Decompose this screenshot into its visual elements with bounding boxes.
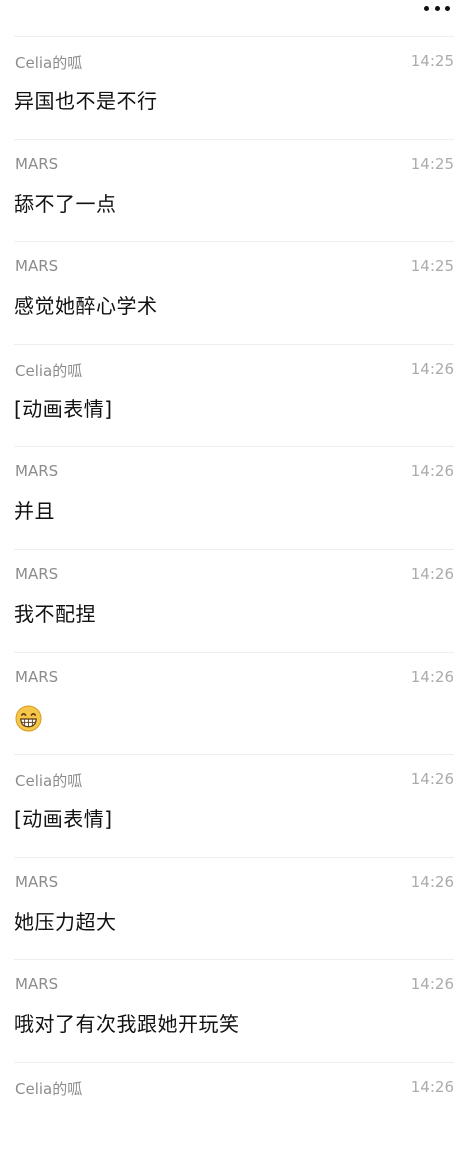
dot	[424, 5, 429, 11]
message-time: 14:26	[410, 667, 454, 686]
message-text: [动画表情]	[14, 807, 113, 832]
sender-name: Celia的呱	[15, 772, 83, 791]
dot	[445, 5, 450, 11]
message-text: 舔不了一点	[14, 191, 117, 216]
message-row[interactable]: Celia的呱 14:26 [动画表情]	[14, 754, 454, 857]
message-text: 并且	[14, 499, 55, 524]
message-text: 哦对了有次我跟她开玩笑	[14, 1012, 240, 1037]
sender-name: Celia的呱	[15, 361, 83, 380]
message-time: 14:26	[410, 872, 454, 891]
dot	[434, 5, 440, 11]
sender-name: Celia的呱	[15, 54, 83, 72]
message-time: 14:26	[410, 462, 454, 481]
message-row[interactable]: MARS 14:25 感觉她醉心学术	[14, 241, 454, 344]
message-text: [动画表情]	[14, 396, 113, 421]
message-row[interactable]: MARS 14:26	[14, 651, 454, 755]
message-text: 我不配捏	[14, 601, 96, 626]
message-text: 感觉她醉心学术	[14, 294, 158, 319]
message-row[interactable]: MARS 14:26 她压力超大	[14, 856, 454, 960]
message-time: 14:25	[410, 52, 454, 70]
grinning-face-emoji-icon	[15, 705, 42, 732]
message-row[interactable]: MARS 14:25 舔不了一点	[14, 138, 454, 242]
message-time: 14:26	[410, 770, 454, 789]
message-time: 14:25	[410, 257, 454, 276]
more-options-icon[interactable]	[424, 2, 450, 14]
message-row[interactable]: MARS 14:26 我不配捏	[14, 548, 454, 652]
message-row[interactable]: Celia的呱 14:25 异国也不是不行	[14, 36, 454, 139]
sender-name: MARS	[15, 257, 59, 276]
sender-name: MARS	[15, 872, 59, 891]
message-time: 14:26	[410, 975, 454, 994]
sender-name: MARS	[15, 975, 59, 994]
message-list: Celia的呱 14:25 异国也不是不行 MARS 14:25 舔不了一点 M…	[0, 36, 474, 1165]
message-row[interactable]: MARS 14:26 哦对了有次我跟她开玩笑	[14, 959, 454, 1062]
message-time: 14:25	[410, 154, 454, 173]
top-bar	[0, 0, 474, 30]
message-row[interactable]: Celia的呱 14:26 [动画表情]	[14, 343, 454, 447]
message-time: 14:26	[410, 564, 454, 583]
sender-name: MARS	[15, 154, 59, 173]
message-time: 14:26	[410, 1077, 454, 1096]
sender-name: MARS	[15, 564, 59, 583]
message-text: 她压力超大	[14, 909, 117, 934]
message-text: 异国也不是不行	[14, 89, 158, 113]
message-time: 14:26	[410, 359, 454, 378]
sender-name: Celia的呱	[15, 1079, 83, 1098]
message-row[interactable]: Celia的呱 14:26	[14, 1061, 454, 1165]
sender-name: MARS	[15, 667, 59, 686]
message-row[interactable]: MARS 14:26 并且	[14, 446, 454, 549]
sender-name: MARS	[15, 462, 59, 481]
